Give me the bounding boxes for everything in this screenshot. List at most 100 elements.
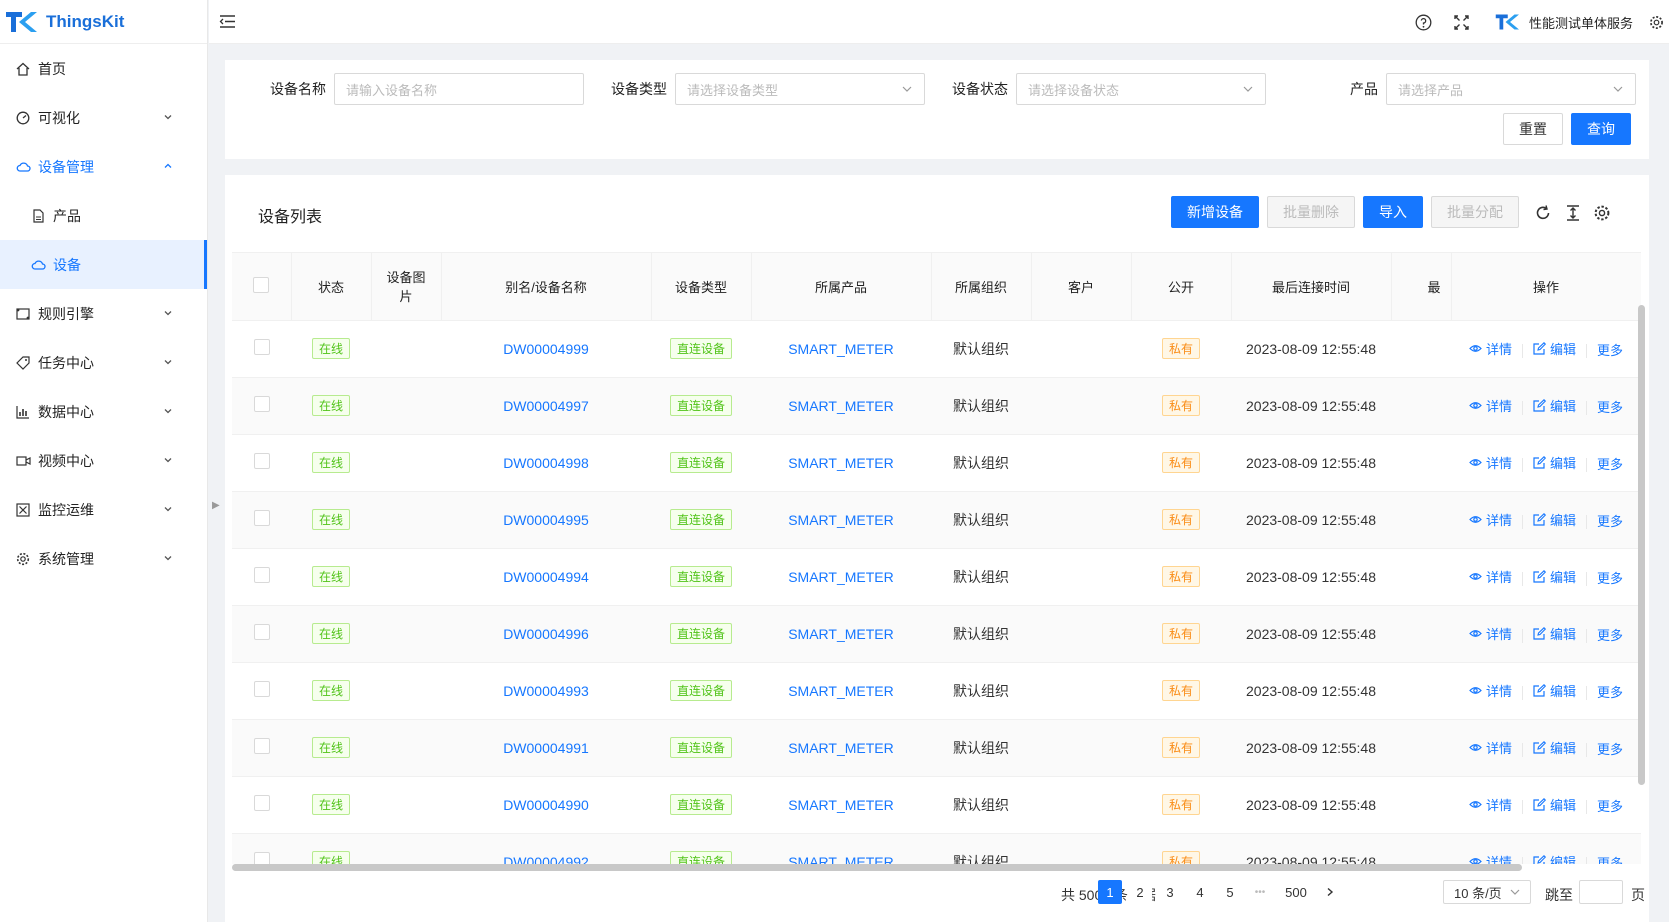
detail-button[interactable]: 详情 (1469, 738, 1512, 757)
detail-button[interactable]: 详情 (1469, 567, 1512, 586)
sidebar-item-system-management[interactable]: 系统管理 (0, 534, 207, 583)
table-row[interactable]: 在线 DW00004997 直连设备 SMART_METER 默认组织 私有 2023-08… (232, 377, 1641, 435)
row-checkbox-cell[interactable] (232, 320, 291, 378)
table-row[interactable]: 在线 DW00004999 直连设备 SMART_METER 默认组织 私有 2023-08… (232, 320, 1641, 378)
row-checkbox[interactable] (253, 795, 270, 811)
device-name-link[interactable]: DW00004991 (503, 740, 589, 756)
detail-button[interactable]: 详情 (1469, 510, 1512, 529)
table-row[interactable]: 在线 DW00004994 直连设备 SMART_METER 默认组织 私有 2023-08… (232, 548, 1641, 606)
row-checkbox-cell[interactable] (232, 833, 291, 864)
sidebar-item-task-center[interactable]: 任务中心 (0, 338, 207, 387)
sidebar-item-device-management[interactable]: 设备管理 (0, 142, 207, 191)
row-checkbox-cell[interactable] (232, 434, 291, 492)
detail-button[interactable]: 详情 (1469, 339, 1512, 358)
edit-button[interactable]: 编辑 (1533, 681, 1576, 700)
more-button[interactable]: 更多 (1597, 340, 1623, 359)
help-icon[interactable] (1415, 13, 1433, 31)
batch-delete-button[interactable]: 批量删除 (1267, 196, 1355, 228)
row-checkbox-cell[interactable] (232, 377, 291, 435)
product-link[interactable]: SMART_METER (788, 341, 894, 357)
table-row[interactable]: 在线 DW00004992 直连设备 SMART_METER 默认组织 私有 2023-08… (232, 833, 1641, 864)
detail-button[interactable]: 详情 (1469, 681, 1512, 700)
page-size-select[interactable]: 10 条/页 (1443, 880, 1531, 904)
device-name-link[interactable]: DW00004995 (503, 512, 589, 528)
next-page-icon[interactable] (1318, 880, 1342, 904)
more-button[interactable]: 更多 (1597, 568, 1623, 587)
sidebar-item-device[interactable]: 设备 (0, 240, 207, 289)
product-link[interactable]: SMART_METER (788, 626, 894, 642)
row-checkbox-cell[interactable] (232, 491, 291, 549)
user-avatar-logo-icon[interactable] (1495, 13, 1519, 31)
row-checkbox-cell[interactable] (232, 662, 291, 720)
select-all-checkbox-cell[interactable] (232, 253, 292, 321)
row-checkbox[interactable] (253, 624, 270, 640)
device-status-select[interactable]: 请选择设备状态 (1016, 73, 1266, 105)
edit-button[interactable]: 编辑 (1533, 624, 1576, 643)
detail-button[interactable]: 详情 (1469, 453, 1512, 472)
row-checkbox[interactable] (253, 396, 270, 412)
more-button[interactable]: 更多 (1597, 853, 1623, 865)
device-type-select[interactable]: 请选择设备类型 (675, 73, 925, 105)
row-checkbox-cell[interactable] (232, 719, 291, 777)
vertical-scrollbar[interactable] (1638, 305, 1645, 785)
page-ellipsis[interactable]: ••• (1248, 880, 1272, 904)
edit-button[interactable]: 编辑 (1533, 738, 1576, 757)
jump-page-input[interactable] (1579, 880, 1623, 904)
row-checkbox[interactable] (253, 339, 270, 355)
edit-button[interactable]: 编辑 (1533, 510, 1576, 529)
device-name-input[interactable]: 请输入设备名称 (334, 73, 584, 105)
table-row[interactable]: 在线 DW00004995 直连设备 SMART_METER 默认组织 私有 2023-08… (232, 491, 1641, 549)
row-checkbox[interactable] (253, 453, 270, 469)
device-name-link[interactable]: DW00004990 (503, 797, 589, 813)
edit-button[interactable]: 编辑 (1533, 396, 1576, 415)
product-link[interactable]: SMART_METER (788, 398, 894, 414)
row-checkbox[interactable] (253, 510, 270, 526)
horizontal-scrollbar[interactable] (232, 864, 1522, 871)
logo[interactable]: ThingsKit (0, 0, 207, 44)
table-row[interactable]: 在线 DW00004993 直连设备 SMART_METER 默认组织 私有 2023-08… (232, 662, 1641, 720)
product-link[interactable]: SMART_METER (788, 797, 894, 813)
more-button[interactable]: 更多 (1597, 511, 1623, 530)
sidebar-item-monitoring[interactable]: 监控运维 (0, 485, 207, 534)
device-name-link[interactable]: DW00004997 (503, 398, 589, 414)
table-row[interactable]: 在线 DW00004998 直连设备 SMART_METER 默认组织 私有 2023-08… (232, 434, 1641, 492)
settings-gear-icon[interactable] (1647, 13, 1665, 31)
table-row[interactable]: 在线 DW00004990 直连设备 SMART_METER 默认组织 私有 2023-08… (232, 776, 1641, 834)
menu-fold-icon[interactable] (219, 13, 236, 30)
device-name-link[interactable]: DW00004993 (503, 683, 589, 699)
row-checkbox[interactable] (253, 738, 270, 754)
row-checkbox-cell[interactable] (232, 548, 291, 606)
detail-button[interactable]: 详情 (1469, 795, 1512, 814)
product-link[interactable]: SMART_METER (788, 512, 894, 528)
row-checkbox[interactable] (253, 681, 270, 697)
more-button[interactable]: 更多 (1597, 796, 1623, 815)
sidebar-item-home[interactable]: 首页 (0, 44, 207, 93)
batch-assign-button[interactable]: 批量分配 (1431, 196, 1519, 228)
more-button[interactable]: 更多 (1597, 454, 1623, 473)
add-device-button[interactable]: 新增设备 (1171, 196, 1259, 228)
reset-button[interactable]: 重置 (1503, 113, 1563, 145)
refresh-icon[interactable] (1533, 203, 1553, 223)
table-row[interactable]: 在线 DW00004991 直连设备 SMART_METER 默认组织 私有 2023-08… (232, 719, 1641, 777)
sidebar-item-product[interactable]: 产品 (0, 191, 207, 240)
fullscreen-icon[interactable] (1453, 13, 1471, 31)
sidebar-item-rule-engine[interactable]: 规则引擎 (0, 289, 207, 338)
detail-button[interactable]: 详情 (1469, 396, 1512, 415)
more-button[interactable]: 更多 (1597, 739, 1623, 758)
sidebar-item-video-center[interactable]: 视频中心 (0, 436, 207, 485)
edit-button[interactable]: 编辑 (1533, 567, 1576, 586)
product-link[interactable]: SMART_METER (788, 683, 894, 699)
edit-button[interactable]: 编辑 (1533, 795, 1576, 814)
device-name-link[interactable]: DW00004992 (503, 854, 589, 865)
edit-button[interactable]: 编辑 (1533, 453, 1576, 472)
column-settings-icon[interactable] (1592, 203, 1612, 223)
product-link[interactable]: SMART_METER (788, 740, 894, 756)
sidebar-item-data-center[interactable]: 数据中心 (0, 387, 207, 436)
query-button[interactable]: 查询 (1571, 113, 1631, 145)
import-button[interactable]: 导入 (1363, 196, 1423, 228)
product-link[interactable]: SMART_METER (788, 569, 894, 585)
edit-button[interactable]: 编辑 (1533, 339, 1576, 358)
device-name-link[interactable]: DW00004996 (503, 626, 589, 642)
column-height-icon[interactable] (1563, 203, 1583, 223)
page-3-button[interactable]: 3 (1158, 880, 1182, 904)
